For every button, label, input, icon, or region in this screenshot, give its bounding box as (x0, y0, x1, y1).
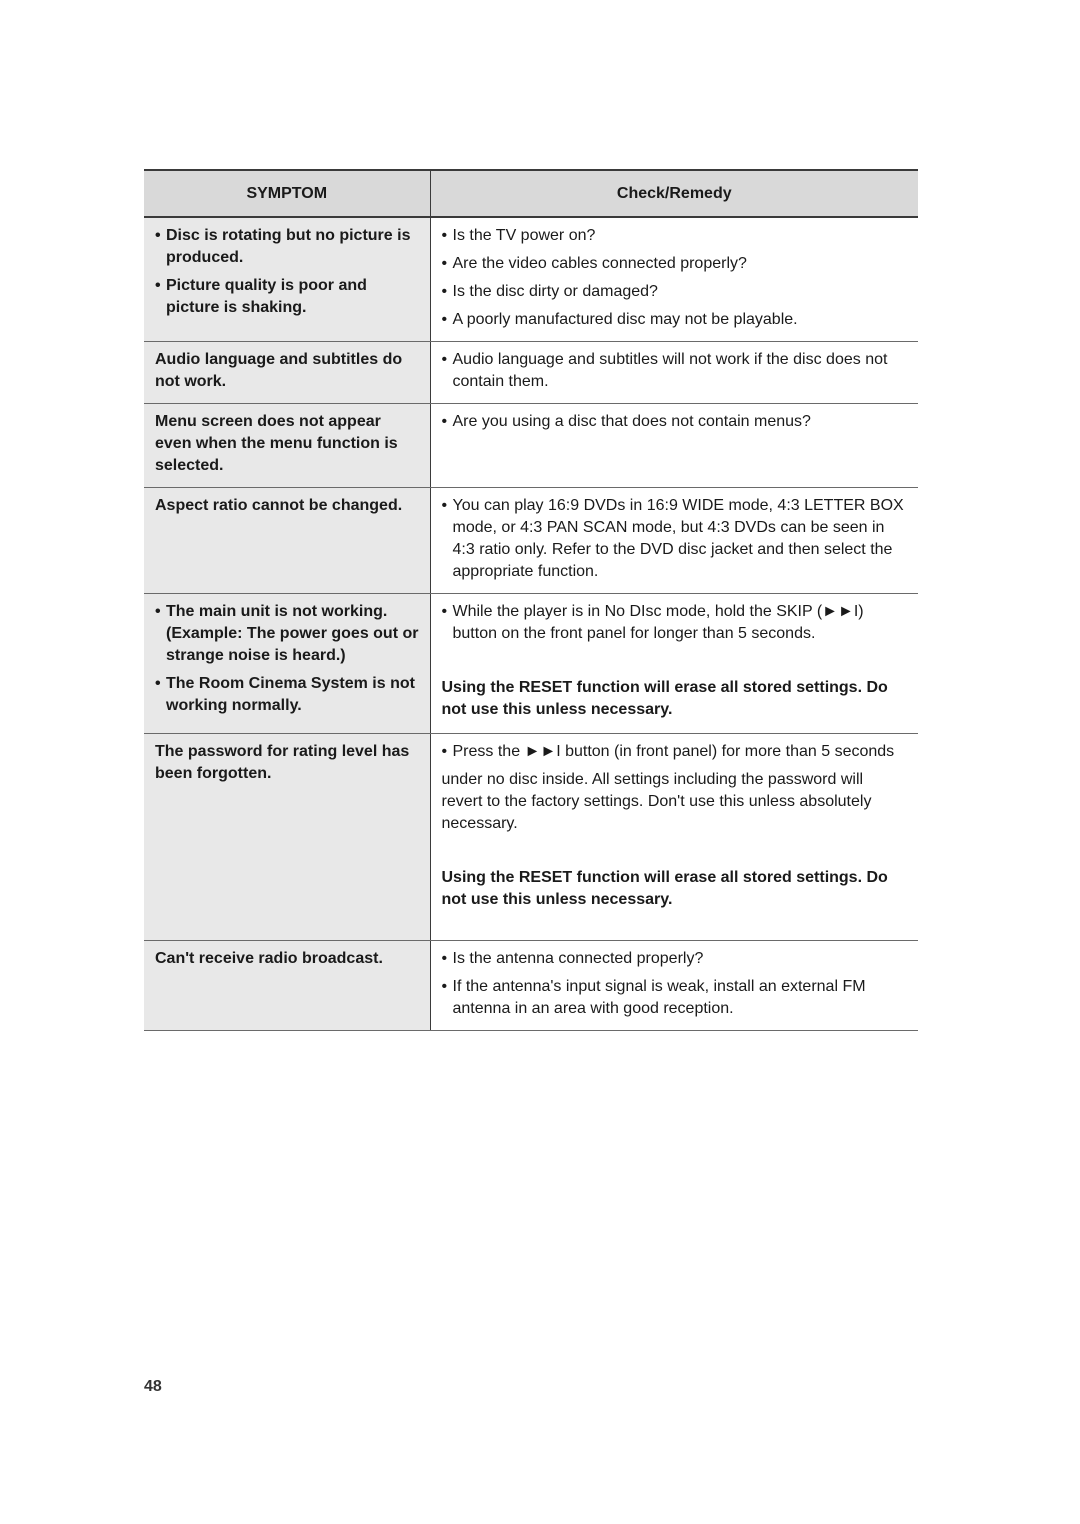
remedy-cell: • Is the antenna connected properly? • If … (430, 940, 918, 1031)
bullet-icon: • (441, 283, 448, 300)
remedy-item: • Is the disc dirty or damaged? (442, 281, 909, 303)
troubleshooting-page: SYMPTOM Check/Remedy • Disc is rotating b… (144, 169, 918, 1031)
bullet-icon: • (441, 351, 448, 368)
symptom-cell: The password for rating level has been f… (144, 733, 431, 941)
remedy-item: • If the antenna's input signal is weak, … (442, 976, 909, 1020)
bullet-icon: • (441, 950, 448, 967)
symptom-cell: Audio language and subtitles do not work… (144, 341, 431, 404)
reset-warning: Using the RESET function will erase all … (441, 679, 888, 718)
symptom-item: • Picture quality is poor and picture is … (155, 275, 420, 319)
bullet-icon: • (155, 675, 161, 692)
table-row: The password for rating level has been f… (144, 733, 918, 941)
table-row: • Disc is rotating but no picture is prod… (144, 217, 918, 342)
table-row: • The main unit is not working. (Example:… (144, 593, 918, 734)
remedy-column-header: Check/Remedy (430, 169, 918, 218)
bullet-icon: • (441, 227, 448, 244)
remedy-item: • Are the video cables connected properly… (442, 253, 909, 275)
symptom-cell: Can't receive radio broadcast. (144, 940, 431, 1031)
remedy-item: • Audio language and subtitles will not w… (442, 349, 909, 393)
remedy-cell: • You can play 16:9 DVDs in 16:9 WIDE mod… (430, 487, 918, 594)
remedy-item: • Are you using a disc that does not cont… (442, 411, 909, 433)
remedy-item: • Is the TV power on? (442, 225, 909, 247)
bullet-icon: • (441, 978, 448, 995)
symptom-cell: • Disc is rotating but no picture is prod… (144, 217, 431, 342)
remedy-item: • Is the antenna connected properly? (442, 948, 909, 970)
remedy-cell: • Press the ►►I button (in front panel) f… (430, 733, 918, 941)
symptom-item: • The main unit is not working. (Example:… (155, 601, 420, 667)
bullet-icon: • (441, 743, 448, 760)
remedy-item: • You can play 16:9 DVDs in 16:9 WIDE mod… (442, 495, 909, 583)
bullet-icon: • (155, 603, 161, 620)
troubleshooting-table: SYMPTOM Check/Remedy • Disc is rotating b… (144, 169, 918, 1031)
reset-warning: Using the RESET function will erase all … (441, 869, 888, 908)
remedy-cell: • Is the TV power on? • Are the video cabl… (430, 217, 918, 342)
bullet-icon: • (441, 603, 448, 620)
remedy-item: • While the player is in No DIsc mode, ho… (442, 601, 909, 645)
remedy-cell: • While the player is in No DIsc mode, ho… (430, 593, 918, 734)
remedy-item: • A poorly manufactured disc may not be p… (442, 309, 909, 331)
bullet-icon: • (441, 497, 448, 514)
symptom-cell: • The main unit is not working. (Example:… (144, 593, 431, 734)
table-header-row: SYMPTOM Check/Remedy (144, 169, 918, 218)
table-row: Audio language and subtitles do not work… (144, 341, 918, 404)
remedy-cell: • Are you using a disc that does not cont… (430, 403, 918, 488)
bullet-icon: • (441, 255, 448, 272)
bullet-icon: • (441, 413, 448, 430)
symptom-column-header: SYMPTOM (144, 169, 431, 218)
page-number: 48 (144, 1378, 162, 1395)
symptom-cell: Aspect ratio cannot be changed. (144, 487, 431, 594)
bullet-icon: • (155, 277, 161, 294)
table-row: Menu screen does not appear even when th… (144, 403, 918, 488)
remedy-cell: • Audio language and subtitles will not w… (430, 341, 918, 404)
bullet-icon: • (441, 311, 448, 328)
table-row: Aspect ratio cannot be changed. • You can… (144, 487, 918, 594)
bullet-icon: • (155, 227, 161, 244)
remedy-item: • Press the ►►I button (in front panel) f… (442, 741, 909, 763)
remedy-note: under no disc inside. All settings inclu… (441, 771, 872, 832)
symptom-item: • The Room Cinema System is not working n… (155, 673, 420, 717)
table-row: Can't receive radio broadcast. • Is the a… (144, 940, 918, 1031)
symptom-item: • Disc is rotating but no picture is prod… (155, 225, 420, 269)
symptom-cell: Menu screen does not appear even when th… (144, 403, 431, 488)
